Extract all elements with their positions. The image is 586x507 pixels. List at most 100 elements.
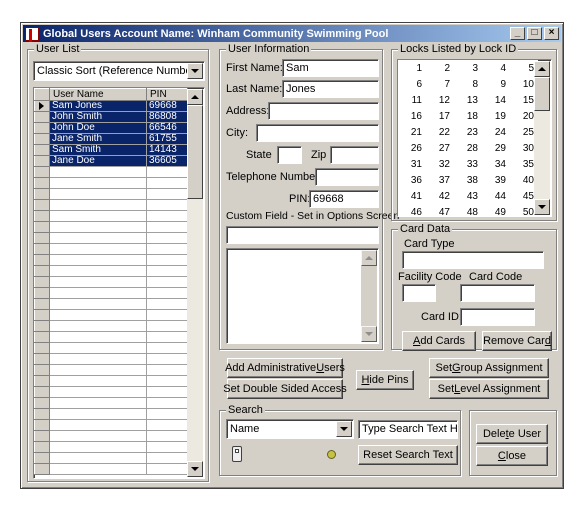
table-row[interactable] bbox=[34, 210, 188, 222]
scroll-up-icon[interactable] bbox=[361, 250, 377, 266]
table-row[interactable] bbox=[34, 232, 188, 244]
table-row[interactable] bbox=[34, 397, 188, 409]
facility-code-field[interactable] bbox=[402, 284, 436, 302]
notes-scrollbar[interactable] bbox=[361, 250, 377, 342]
row-indicator[interactable] bbox=[34, 386, 50, 398]
table-row[interactable]: John Doe 66546 bbox=[34, 122, 188, 134]
card-id-field[interactable] bbox=[460, 308, 535, 326]
row-indicator[interactable] bbox=[34, 452, 50, 464]
lock-cell[interactable]: 3 bbox=[454, 60, 482, 76]
row-indicator[interactable] bbox=[34, 320, 50, 332]
table-row[interactable]: John Smith 86808 bbox=[34, 111, 188, 123]
user-name-cell[interactable] bbox=[49, 232, 147, 244]
user-pin-cell[interactable] bbox=[146, 441, 188, 453]
row-indicator[interactable] bbox=[34, 133, 50, 145]
row-indicator[interactable] bbox=[34, 276, 50, 288]
row-indicator[interactable] bbox=[34, 298, 50, 310]
scroll-up-icon[interactable] bbox=[187, 89, 203, 105]
lock-cell[interactable]: 1 bbox=[398, 60, 426, 76]
table-row[interactable] bbox=[34, 452, 188, 464]
double-sided-access-button[interactable]: Set Double Sided Access bbox=[223, 379, 347, 399]
user-pin-cell[interactable]: 36605 bbox=[146, 155, 188, 167]
user-name-cell[interactable] bbox=[49, 342, 147, 354]
add-cards-button[interactable]: Add Cards bbox=[402, 331, 476, 351]
table-row[interactable] bbox=[34, 463, 188, 475]
row-indicator[interactable] bbox=[34, 309, 50, 321]
row-indicator[interactable] bbox=[34, 265, 50, 277]
user-pin-cell[interactable]: 69668 bbox=[146, 100, 188, 112]
lock-cell[interactable]: 48 bbox=[454, 204, 482, 216]
row-indicator[interactable] bbox=[34, 232, 50, 244]
row-indicator[interactable] bbox=[34, 364, 50, 376]
user-pin-cell[interactable] bbox=[146, 408, 188, 420]
table-row[interactable] bbox=[34, 331, 188, 343]
row-indicator[interactable] bbox=[34, 397, 50, 409]
row-indicator[interactable] bbox=[34, 155, 50, 167]
table-row[interactable] bbox=[34, 265, 188, 277]
user-name-cell[interactable] bbox=[49, 430, 147, 442]
scroll-thumb[interactable] bbox=[534, 77, 550, 111]
row-indicator[interactable] bbox=[34, 210, 50, 222]
table-row[interactable] bbox=[34, 276, 188, 288]
user-pin-cell[interactable] bbox=[146, 309, 188, 321]
scroll-down-icon[interactable] bbox=[534, 199, 550, 215]
row-indicator[interactable] bbox=[34, 243, 50, 255]
table-row[interactable] bbox=[34, 199, 188, 211]
user-pin-cell[interactable] bbox=[146, 243, 188, 255]
row-indicator[interactable] bbox=[34, 144, 50, 156]
user-pin-cell[interactable] bbox=[146, 177, 188, 189]
state-field[interactable] bbox=[277, 146, 302, 164]
user-name-cell[interactable] bbox=[49, 375, 147, 387]
lock-cell[interactable]: 32 bbox=[426, 156, 454, 172]
pin-field[interactable]: 69668 bbox=[309, 190, 379, 208]
user-name-cell[interactable]: Sam Smith bbox=[49, 144, 147, 156]
lock-cell[interactable]: 38 bbox=[454, 172, 482, 188]
user-pin-cell[interactable] bbox=[146, 188, 188, 200]
user-pin-cell[interactable] bbox=[146, 232, 188, 244]
table-row[interactable] bbox=[34, 408, 188, 420]
table-row[interactable] bbox=[34, 243, 188, 255]
table-row[interactable] bbox=[34, 221, 188, 233]
table-row[interactable]: Sam Jones 69668 bbox=[34, 100, 188, 112]
user-name-cell[interactable] bbox=[49, 243, 147, 255]
scroll-down-icon[interactable] bbox=[187, 461, 203, 477]
lock-cell[interactable]: 29 bbox=[482, 140, 510, 156]
table-row[interactable] bbox=[34, 386, 188, 398]
user-pin-cell[interactable] bbox=[146, 375, 188, 387]
lock-cell[interactable]: 27 bbox=[426, 140, 454, 156]
table-row[interactable] bbox=[34, 309, 188, 321]
user-pin-cell[interactable] bbox=[146, 287, 188, 299]
table-row[interactable] bbox=[34, 188, 188, 200]
user-name-cell[interactable] bbox=[49, 210, 147, 222]
table-row[interactable]: Jane Smith 61755 bbox=[34, 133, 188, 145]
last-name-field[interactable]: Jones bbox=[282, 80, 379, 98]
scroll-up-icon[interactable] bbox=[534, 61, 550, 77]
lock-cell[interactable]: 47 bbox=[426, 204, 454, 216]
table-row[interactable]: Jane Doe 36605 bbox=[34, 155, 188, 167]
row-indicator[interactable] bbox=[34, 419, 50, 431]
lock-cell[interactable]: 42 bbox=[426, 188, 454, 204]
lock-cell[interactable]: 43 bbox=[454, 188, 482, 204]
user-name-cell[interactable] bbox=[49, 254, 147, 266]
row-indicator[interactable] bbox=[34, 199, 50, 211]
lock-cell[interactable]: 6 bbox=[398, 76, 426, 92]
user-pin-cell[interactable] bbox=[146, 199, 188, 211]
user-name-cell[interactable] bbox=[49, 199, 147, 211]
table-row[interactable] bbox=[34, 320, 188, 332]
user-name-cell[interactable]: Sam Jones bbox=[49, 100, 147, 112]
table-row[interactable] bbox=[34, 298, 188, 310]
user-pin-cell[interactable] bbox=[146, 452, 188, 464]
user-pin-cell[interactable] bbox=[146, 353, 188, 365]
row-indicator[interactable] bbox=[34, 100, 50, 112]
lock-cell[interactable]: 37 bbox=[426, 172, 454, 188]
user-name-cell[interactable] bbox=[49, 452, 147, 464]
user-pin-cell[interactable] bbox=[146, 320, 188, 332]
remove-card-button[interactable]: Remove Car d bbox=[482, 331, 552, 351]
table-row[interactable] bbox=[34, 353, 188, 365]
lock-cell[interactable]: 16 bbox=[398, 108, 426, 124]
row-indicator[interactable] bbox=[34, 441, 50, 453]
lock-cell[interactable]: 4 bbox=[482, 60, 510, 76]
user-name-cell[interactable] bbox=[49, 441, 147, 453]
card-code-field[interactable] bbox=[460, 284, 535, 302]
notes-textarea[interactable] bbox=[226, 248, 379, 344]
